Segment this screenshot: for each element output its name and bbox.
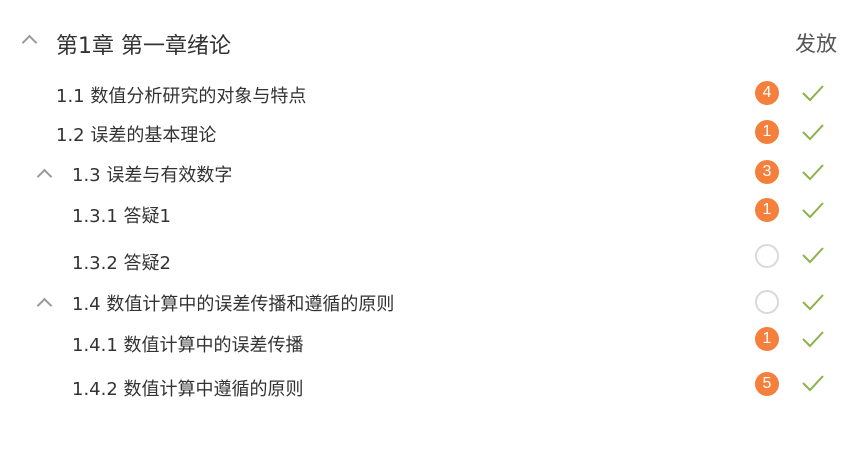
list-item-1-2[interactable]: 1.2 误差的基本理论 1 [0,115,849,151]
section-collapse-chevron-icon[interactable] [36,297,53,314]
check-icon[interactable] [801,82,825,104]
check-icon[interactable] [801,199,825,221]
count-badge: 5 [755,372,779,396]
empty-badge [755,290,779,314]
item-label: 1.4 数值计算中的误差传播和遵循的原则 [72,294,395,315]
count-badge: 1 [755,120,779,144]
list-item-1-3[interactable]: 1.3 误差与有效数字 3 [0,155,849,191]
list-item-1-3-1[interactable]: 1.3.1 答疑1 1 [0,196,849,232]
count-badge: 3 [755,160,779,184]
count-badge: 1 [755,198,779,222]
publish-button[interactable]: 发放 [795,28,837,58]
check-icon[interactable] [801,291,825,313]
list-item-1-3-2[interactable]: 1.3.2 答疑2 [0,243,849,279]
item-label: 1.4.1 数值计算中的误差传播 [72,335,304,356]
item-label: 1.3.2 答疑2 [72,253,171,274]
check-icon[interactable] [801,372,825,394]
empty-badge [755,244,779,268]
check-icon[interactable] [801,244,825,266]
check-icon[interactable] [801,161,825,183]
section-collapse-chevron-icon[interactable] [36,168,53,185]
item-label: 1.3.1 答疑1 [72,206,171,227]
check-icon[interactable] [801,328,825,350]
list-item-1-1[interactable]: 1.1 数值分析研究的对象与特点 4 [0,76,849,112]
count-badge: 1 [755,327,779,351]
list-item-1-4[interactable]: 1.4 数值计算中的误差传播和遵循的原则 [0,284,849,320]
list-item-1-4-2[interactable]: 1.4.2 数值计算中遵循的原则 5 [0,369,849,405]
item-label: 1.4.2 数值计算中遵循的原则 [72,379,304,400]
chapter-row: 第1章 第一章绪论 发放 [0,18,849,64]
item-label: 1.1 数值分析研究的对象与特点 [56,86,307,107]
list-item-1-4-1[interactable]: 1.4.1 数值计算中的误差传播 1 [0,325,849,361]
count-badge: 4 [755,81,779,105]
item-label: 1.3 误差与有效数字 [72,165,233,186]
check-icon[interactable] [801,121,825,143]
chapter-title: 第1章 第一章绪论 [56,34,231,59]
chapter-collapse-chevron-icon[interactable] [21,34,38,51]
item-label: 1.2 误差的基本理论 [56,125,217,146]
